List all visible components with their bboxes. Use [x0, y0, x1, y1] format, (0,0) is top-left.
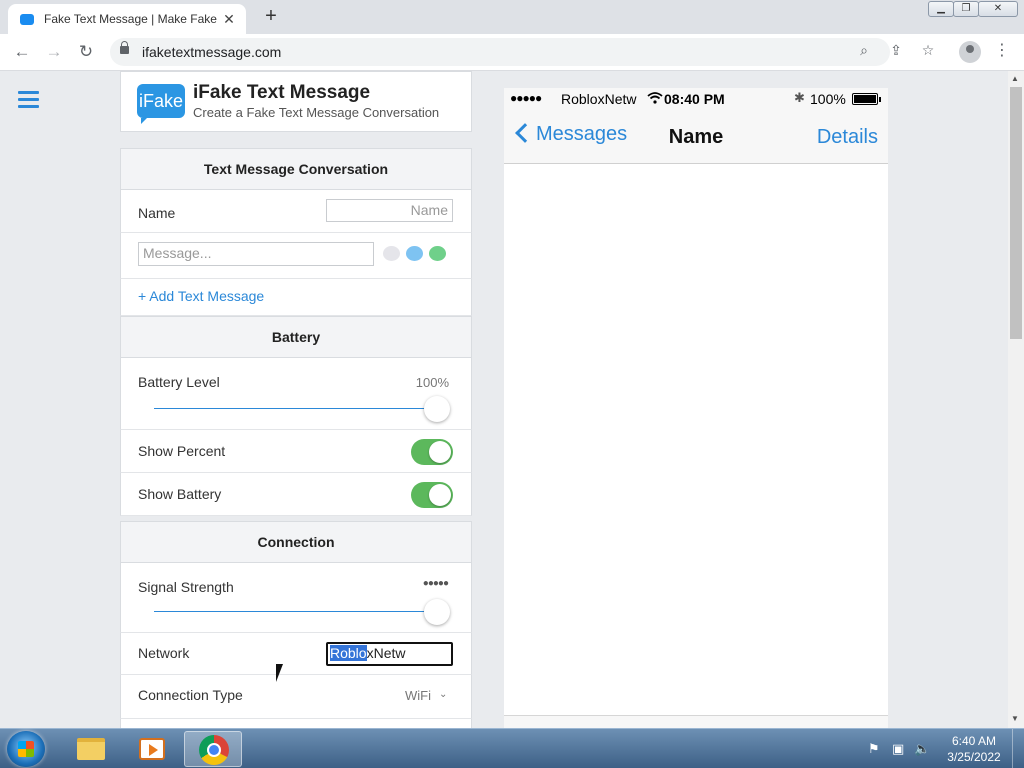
back-arrow-icon[interactable]: ←: [10, 40, 34, 64]
bluetooth-icon: ✱: [794, 90, 805, 105]
network-selected-text: Roblo: [330, 645, 367, 661]
gray-bubble-icon[interactable]: [383, 246, 400, 261]
phone-compose-bar: [504, 715, 888, 728]
browser-menu-icon[interactable]: ⋮: [994, 40, 1010, 60]
phone-preview: ●●●●● RobloxNetw 08:40 PM ✱ 100% Message…: [504, 88, 888, 728]
phone-time: 08:40 PM: [664, 91, 725, 107]
mouse-cursor-icon: [276, 664, 290, 682]
connection-type-row: Connection Type WiFi ⌄: [120, 675, 472, 719]
profile-avatar-icon[interactable]: [959, 41, 981, 63]
page-content: iFake iFake Text Message Create a Fake T…: [0, 71, 1008, 728]
show-percent-row: Show Percent: [120, 430, 472, 473]
system-clock[interactable]: 6:40 AM 3/25/2022: [944, 733, 1004, 765]
action-center-icon[interactable]: ⚑: [868, 741, 880, 757]
new-tab-button[interactable]: +: [260, 5, 282, 28]
address-bar[interactable]: ifaketextmessage.com ⌕ ⇪ ☆: [110, 38, 934, 66]
zoom-icon[interactable]: ⌕: [854, 42, 874, 59]
network-rest-text: xNetw: [366, 645, 406, 661]
chrome-taskbar-button[interactable]: [184, 731, 242, 767]
name-row: Name Name: [120, 190, 472, 233]
add-text-message-link[interactable]: + Add Text Message: [138, 288, 264, 304]
battery-level-label: Battery Level: [138, 374, 220, 390]
signal-strength-row: Signal Strength ●●●●●: [120, 563, 472, 633]
green-bubble-icon[interactable]: [429, 246, 446, 261]
next-row-partial: [120, 719, 472, 728]
connection-heading: Connection: [120, 521, 472, 563]
blue-bubble-icon[interactable]: [406, 246, 423, 261]
signal-slider-thumb[interactable]: [424, 599, 450, 625]
minimize-button[interactable]: ▁: [928, 1, 954, 17]
media-player-icon: [139, 738, 165, 760]
show-desktop-button[interactable]: [1012, 729, 1024, 768]
start-button[interactable]: [7, 731, 45, 767]
battery-slider-track[interactable]: [154, 408, 437, 409]
connection-type-value[interactable]: WiFi: [405, 688, 431, 703]
connection-type-label: Connection Type: [138, 687, 243, 703]
show-percent-label: Show Percent: [138, 443, 226, 459]
tab-title: Fake Text Message | Make Fake Text: [44, 12, 220, 26]
lock-icon: [120, 41, 129, 54]
signal-dots-icon: ●●●●●: [422, 578, 449, 589]
phone-signal-dots: ●●●●●: [510, 91, 542, 105]
battery-slider-thumb[interactable]: [424, 396, 450, 422]
bookmark-star-icon[interactable]: ☆: [918, 42, 938, 59]
name-input[interactable]: Name: [326, 199, 453, 222]
close-window-button[interactable]: ✕: [978, 1, 1018, 17]
battery-icon: [852, 93, 881, 105]
favicon-icon: [20, 13, 34, 25]
phone-network-name: RobloxNetw: [561, 91, 637, 107]
show-battery-label: Show Battery: [138, 486, 222, 502]
hamburger-menu-icon[interactable]: [18, 91, 39, 112]
tab-close-icon[interactable]: ✕: [220, 11, 238, 28]
media-player-taskbar-button[interactable]: [122, 731, 180, 767]
network-input[interactable]: RobloxNetw: [326, 642, 453, 666]
site-header: iFake iFake Text Message Create a Fake T…: [120, 71, 472, 132]
message-input[interactable]: Message...: [138, 242, 374, 266]
editor-panel: iFake iFake Text Message Create a Fake T…: [120, 71, 472, 728]
chevron-down-icon[interactable]: ⌄: [439, 689, 447, 700]
reload-icon[interactable]: ↻: [74, 40, 98, 64]
show-battery-toggle[interactable]: [411, 482, 453, 508]
volume-icon[interactable]: 🔈: [914, 741, 930, 757]
network-row: Network RobloxNetw: [120, 633, 472, 675]
add-message-row: + Add Text Message: [120, 279, 472, 316]
chrome-icon: [199, 735, 229, 765]
phone-battery-percent: 100%: [810, 91, 846, 107]
site-title: iFake Text Message: [193, 82, 371, 103]
name-label: Name: [138, 205, 176, 221]
url-text[interactable]: ifaketextmessage.com: [142, 44, 281, 60]
scroll-thumb[interactable]: [1010, 87, 1022, 339]
site-tagline: Create a Fake Text Message Conversation: [193, 105, 440, 120]
network-label: Network: [138, 645, 190, 661]
share-icon[interactable]: ⇪: [886, 42, 906, 59]
browser-toolbar: ← → ↻ ifaketextmessage.com ⌕ ⇪ ☆ ⋮: [0, 34, 1024, 71]
phone-nav-bar: Messages Name Details: [504, 111, 888, 164]
clock-date: 3/25/2022: [947, 750, 1001, 764]
conversation-heading: Text Message Conversation: [120, 148, 472, 190]
ifake-logo[interactable]: iFake: [137, 84, 185, 124]
phone-status-bar: ●●●●● RobloxNetw 08:40 PM ✱ 100%: [504, 88, 888, 111]
battery-level-row: Battery Level 100%: [120, 358, 472, 430]
restore-button[interactable]: ❐: [953, 1, 979, 17]
show-percent-toggle[interactable]: [411, 439, 453, 465]
scroll-down-icon[interactable]: ▼: [1011, 714, 1019, 723]
network-tray-icon[interactable]: ▣: [892, 741, 904, 757]
details-link[interactable]: Details: [817, 126, 878, 149]
signal-strength-label: Signal Strength: [138, 579, 234, 595]
forward-arrow-icon[interactable]: →: [42, 40, 66, 64]
page-scrollbar[interactable]: ▲ ▼: [1008, 71, 1024, 728]
battery-level-value: 100%: [415, 375, 449, 390]
battery-heading: Battery: [120, 316, 472, 358]
wifi-icon: [647, 92, 663, 104]
windows-taskbar: ⚑ ▣ 🔈 6:40 AM 3/25/2022: [0, 728, 1024, 768]
clock-time: 6:40 AM: [951, 734, 997, 748]
folder-icon: [77, 738, 105, 760]
tab-strip: Fake Text Message | Make Fake Text ✕ + ▁…: [0, 0, 1024, 34]
scroll-up-icon[interactable]: ▲: [1011, 74, 1019, 83]
explorer-taskbar-button[interactable]: [60, 731, 118, 767]
show-battery-row: Show Battery: [120, 473, 472, 516]
signal-slider-track[interactable]: [154, 611, 437, 612]
browser-tab[interactable]: Fake Text Message | Make Fake Text ✕: [8, 4, 246, 34]
message-row: Message...: [120, 233, 472, 279]
